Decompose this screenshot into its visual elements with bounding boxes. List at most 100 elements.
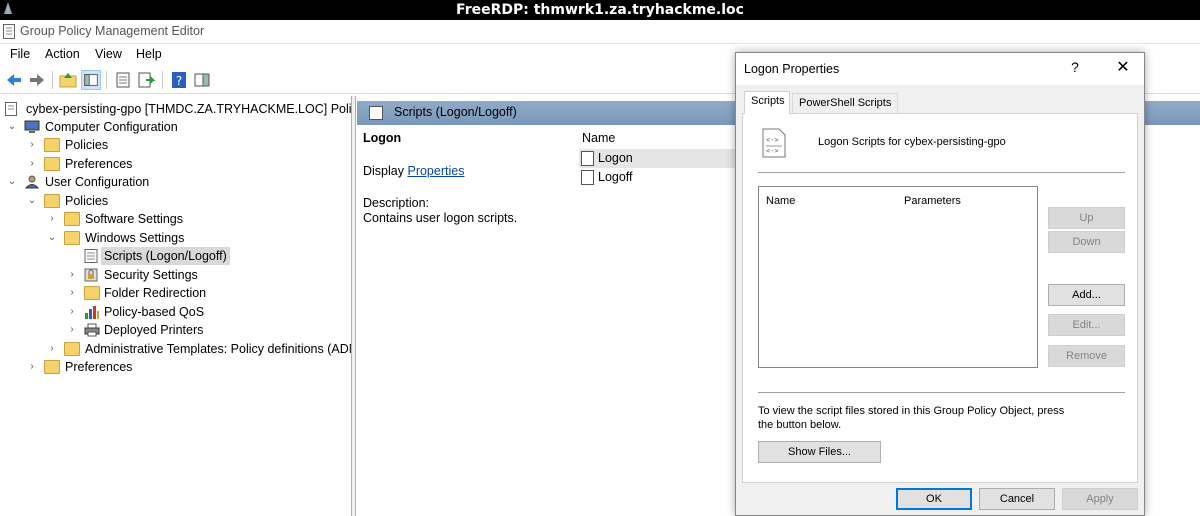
chevron-right-icon[interactable]: › bbox=[66, 284, 78, 302]
list-item-logon[interactable]: Logon bbox=[579, 149, 739, 168]
tree-item-cc-policies[interactable]: › Policies bbox=[0, 136, 351, 154]
show-files-button[interactable]: Show Files... bbox=[758, 441, 881, 463]
tree-item-administrative-templates[interactable]: › Administrative Templates: Policy defin… bbox=[0, 340, 352, 358]
tab-scripts[interactable]: Scripts bbox=[744, 91, 790, 114]
edit-button[interactable]: Edit... bbox=[1048, 314, 1125, 336]
tree-item-computer-configuration[interactable]: ⌄ Computer Configuration bbox=[0, 118, 351, 136]
show-files-info: To view the script files stored in this … bbox=[758, 405, 1065, 431]
menu-file[interactable]: File bbox=[10, 47, 30, 61]
help-button[interactable]: ? bbox=[1064, 59, 1086, 79]
tree-item-deployed-printers[interactable]: › Deployed Printers bbox=[0, 321, 351, 339]
divider bbox=[758, 172, 1125, 173]
tree-item-policy-qos[interactable]: › Policy-based QoS bbox=[0, 303, 351, 321]
chevron-right-icon[interactable]: › bbox=[26, 155, 38, 173]
column-header-name[interactable]: Name bbox=[766, 195, 795, 207]
chevron-right-icon[interactable]: › bbox=[26, 136, 38, 154]
window-title-bar: Group Policy Management Editor bbox=[0, 20, 1200, 44]
chevron-right-icon[interactable]: › bbox=[26, 358, 38, 376]
script-icon bbox=[581, 170, 594, 185]
tree-item-scripts[interactable]: Scripts (Logon/Logoff) bbox=[0, 247, 351, 265]
folder-icon bbox=[64, 212, 80, 226]
tree-item-security-settings[interactable]: › Security Settings bbox=[0, 266, 351, 284]
chevron-down-icon[interactable]: ⌄ bbox=[26, 192, 38, 210]
dialog-title: Logon Properties bbox=[744, 62, 840, 76]
list-column-name[interactable]: Name bbox=[582, 131, 615, 145]
menu-help[interactable]: Help bbox=[136, 47, 162, 61]
toolbar-separator bbox=[162, 71, 163, 89]
chevron-right-icon[interactable]: › bbox=[66, 303, 78, 321]
details-header-title: Scripts (Logon/Logoff) bbox=[394, 105, 517, 119]
list-item-label: Logoff bbox=[598, 170, 633, 184]
tree-label: Administrative Templates: Policy definit… bbox=[85, 342, 352, 356]
help-icon[interactable]: ? bbox=[169, 70, 189, 90]
tree-label: Windows Settings bbox=[85, 231, 185, 245]
properties-icon[interactable] bbox=[113, 70, 133, 90]
chevron-down-icon[interactable]: ⌄ bbox=[6, 173, 18, 191]
tree-item-uc-policies[interactable]: ⌄ Policies bbox=[0, 192, 351, 210]
add-button[interactable]: Add... bbox=[1048, 284, 1125, 306]
security-icon bbox=[84, 268, 98, 282]
back-arrow-icon[interactable] bbox=[4, 70, 24, 90]
show-hide-tree-icon[interactable] bbox=[81, 70, 101, 90]
ok-button[interactable]: OK bbox=[896, 488, 972, 510]
list-item-label: Logon bbox=[598, 151, 633, 165]
forward-arrow-icon[interactable] bbox=[27, 70, 47, 90]
tree-label: Preferences bbox=[65, 157, 133, 171]
toolbar-separator bbox=[106, 71, 107, 89]
tree-label: Software Settings bbox=[85, 212, 183, 226]
down-button[interactable]: Down bbox=[1048, 231, 1125, 253]
script-icon bbox=[581, 151, 594, 166]
remove-button[interactable]: Remove bbox=[1048, 345, 1125, 367]
list-item-logoff[interactable]: Logoff bbox=[579, 168, 739, 187]
cancel-button[interactable]: Cancel bbox=[979, 488, 1055, 510]
divider bbox=[758, 392, 1125, 393]
svg-text:<->: <-> bbox=[766, 147, 779, 155]
chevron-right-icon[interactable]: › bbox=[46, 340, 58, 358]
scripts-list[interactable]: Name Parameters bbox=[758, 186, 1038, 368]
tree-label: Computer Configuration bbox=[45, 120, 178, 134]
toolbar-separator bbox=[52, 71, 53, 89]
tree-item-folder-redirection[interactable]: › Folder Redirection bbox=[0, 284, 351, 302]
properties-link[interactable]: Properties bbox=[407, 164, 464, 178]
display-properties-line: Display Properties bbox=[363, 164, 464, 178]
column-header-parameters[interactable]: Parameters bbox=[904, 195, 961, 207]
tree-item-windows-settings[interactable]: ⌄ Windows Settings bbox=[0, 229, 351, 247]
tree-label: User Configuration bbox=[45, 175, 150, 189]
up-button[interactable]: Up bbox=[1048, 207, 1125, 229]
chevron-down-icon[interactable]: ⌄ bbox=[46, 229, 58, 247]
computer-icon bbox=[24, 120, 40, 133]
policy-document-icon bbox=[3, 24, 15, 39]
printer-icon bbox=[84, 323, 100, 337]
tree-item-uc-preferences[interactable]: › Preferences bbox=[0, 358, 351, 376]
chevron-right-icon[interactable]: › bbox=[66, 321, 78, 339]
description-text: Contains user logon scripts. bbox=[363, 211, 518, 225]
tree-label: Folder Redirection bbox=[104, 286, 207, 300]
pane-splitter[interactable] bbox=[352, 96, 356, 516]
tree-label: Deployed Printers bbox=[104, 323, 204, 337]
up-folder-icon[interactable] bbox=[58, 70, 78, 90]
menu-action[interactable]: Action bbox=[45, 47, 80, 61]
tree-label: Policies bbox=[65, 138, 109, 152]
action-pane-icon[interactable] bbox=[192, 70, 212, 90]
chevron-right-icon[interactable]: › bbox=[66, 266, 78, 284]
tree-label: Preferences bbox=[65, 360, 133, 374]
apply-button[interactable]: Apply bbox=[1062, 488, 1138, 510]
dialog-title-bar: Logon Properties ? ✕ bbox=[736, 53, 1144, 85]
folder-icon bbox=[44, 194, 60, 208]
description-label: Description: bbox=[363, 196, 429, 210]
menu-view[interactable]: View bbox=[95, 47, 122, 61]
script-icon bbox=[84, 249, 98, 263]
chevron-right-icon[interactable]: › bbox=[46, 210, 58, 228]
folder-icon bbox=[44, 360, 60, 374]
folder-icon bbox=[44, 138, 60, 152]
tree-label: Policies bbox=[65, 194, 109, 208]
export-list-icon[interactable] bbox=[136, 70, 156, 90]
close-icon[interactable]: ✕ bbox=[1111, 57, 1135, 79]
tab-powershell-scripts[interactable]: PowerShell Scripts bbox=[792, 93, 898, 113]
chevron-down-icon[interactable]: ⌄ bbox=[6, 118, 18, 136]
tree-item-software-settings[interactable]: › Software Settings bbox=[0, 210, 351, 228]
tree-item-gpo-root[interactable]: cybex-persisting-gpo [THMDC.ZA.TRYHACKME… bbox=[0, 100, 351, 118]
tree-label: Scripts (Logon/Logoff) bbox=[101, 247, 230, 265]
tree-item-user-configuration[interactable]: ⌄ User Configuration bbox=[0, 173, 351, 191]
tree-item-cc-preferences[interactable]: › Preferences bbox=[0, 155, 351, 173]
